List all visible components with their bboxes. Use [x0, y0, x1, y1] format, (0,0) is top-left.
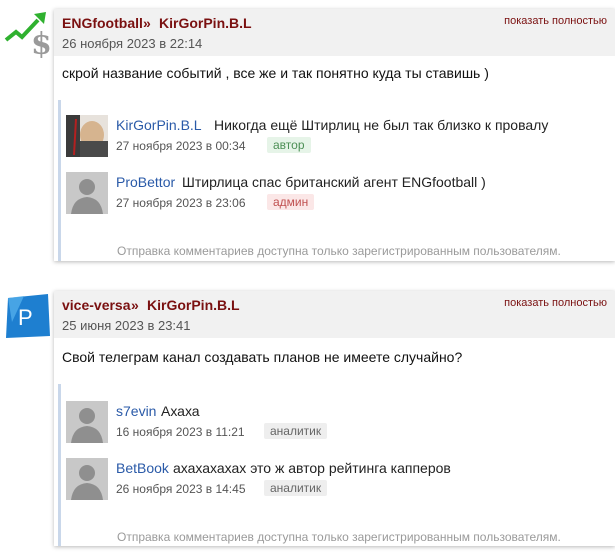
reply-author-link[interactable]: s7evin — [116, 403, 156, 419]
svg-text:P: P — [18, 305, 33, 330]
photo-avatar-icon[interactable] — [66, 115, 108, 157]
comment-header: ENGfootball » KirGorPin.B.L 26 ноября 20… — [54, 9, 615, 56]
reply-separator: » — [143, 15, 151, 31]
reply-date: 26 ноября 2023 в 14:45 — [116, 482, 246, 496]
reply-item: KirGorPin.B.L Никогда ещё Штирлиц не был… — [66, 115, 615, 161]
reply-author-link[interactable]: KirGorPin.B.L — [116, 117, 202, 133]
reply-date: 16 ноября 2023 в 11:21 — [116, 425, 245, 439]
analyst-badge: аналитик — [264, 480, 328, 496]
comment-date: 25 июня 2023 в 23:41 — [62, 318, 191, 333]
comment-date: 26 ноября 2023 в 22:14 — [62, 36, 203, 51]
letter-p-avatar-icon[interactable]: P — [4, 292, 52, 340]
comment-thread: P vice-versa » KirGorPin.B.L 25 июня 202… — [0, 286, 615, 556]
comment-author-link[interactable]: vice-versa — [62, 297, 131, 313]
reply-separator: » — [131, 297, 139, 313]
author-badge: автор — [267, 137, 311, 153]
admin-badge: админ — [267, 194, 315, 210]
default-avatar-icon[interactable] — [66, 172, 108, 214]
comment-card: vice-versa » KirGorPin.B.L 25 июня 2023 … — [54, 291, 615, 546]
comment-thread: $ ENGfootball » KirGorPin.B.L 26 ноября … — [0, 0, 615, 268]
replies-block: KirGorPin.B.L Никогда ещё Штирлиц не был… — [58, 100, 615, 261]
registration-notice: Отправка комментариев доступна только за… — [117, 244, 561, 258]
show-full-link[interactable]: показать полностью — [504, 15, 607, 27]
reply-item: ProBettor Штирлица спас британский агент… — [66, 172, 615, 218]
replies-block: s7evin Ахаха 16 ноября 2023 в 11:21 анал… — [58, 384, 615, 546]
comment-header: vice-versa » KirGorPin.B.L 25 июня 2023 … — [54, 291, 615, 338]
default-avatar-icon[interactable] — [66, 401, 108, 443]
reply-date: 27 ноября 2023 в 23:06 — [116, 196, 246, 210]
analyst-badge: аналитик — [264, 423, 328, 439]
reply-item: s7evin Ахаха 16 ноября 2023 в 11:21 анал… — [66, 401, 615, 447]
default-avatar-icon[interactable] — [66, 458, 108, 500]
comment-text: скрой название событий , все же и так по… — [62, 65, 489, 81]
registration-notice: Отправка комментариев доступна только за… — [117, 530, 561, 544]
reply-text: ахахахахах это ж автор рейтинга капперов — [173, 460, 451, 476]
reply-to-link[interactable]: KirGorPin.B.L — [147, 297, 240, 313]
reply-date: 27 ноября 2023 в 00:34 — [116, 139, 246, 153]
comment-text: Свой телеграм канал создавать планов не … — [62, 349, 463, 365]
show-full-link[interactable]: показать полностью — [504, 297, 607, 309]
reply-to-link[interactable]: KirGorPin.B.L — [159, 15, 252, 31]
comment-author-link[interactable]: ENGfootball — [62, 15, 143, 31]
reply-text: Штирлица спас британский агент ENGfootba… — [182, 174, 486, 190]
reply-text: Ахаха — [161, 403, 200, 419]
reply-author-link[interactable]: ProBettor — [116, 174, 175, 190]
comment-card: ENGfootball » KirGorPin.B.L 26 ноября 20… — [54, 9, 615, 261]
reply-author-link[interactable]: BetBook — [116, 460, 169, 476]
reply-text: Никогда ещё Штирлиц не был так близко к … — [214, 117, 549, 133]
reply-item: BetBook ахахахахах это ж автор рейтинга … — [66, 458, 615, 504]
money-growth-icon[interactable]: $ — [4, 10, 52, 62]
svg-text:$: $ — [31, 27, 52, 58]
